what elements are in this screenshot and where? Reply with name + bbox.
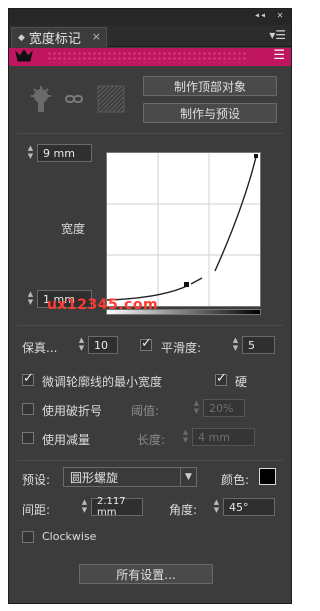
length-stepper[interactable]: ▲ ▼	[181, 428, 190, 446]
angle-label: 角度:	[169, 503, 198, 517]
panel-tab-row: ◆ 宽度标记 × ▾☰	[9, 25, 291, 47]
make-top-object-button[interactable]: 制作顶部对象	[143, 76, 277, 96]
panel-titlebar: ◂◂ ✕	[9, 9, 291, 25]
brush-tool-icon[interactable]	[29, 85, 53, 118]
brand-bar: ☰	[9, 48, 291, 66]
chevron-down-icon: ▼	[180, 468, 196, 486]
watermark-text: ux12345.com	[47, 297, 159, 313]
hatched-pattern-icon[interactable]	[97, 85, 125, 116]
fine-tune-label: 微调轮廓线的最小宽度	[42, 375, 163, 389]
spacing-stepper[interactable]: ▲ ▼	[80, 498, 89, 516]
brand-pattern	[47, 51, 247, 63]
smooth-field[interactable]: 5	[242, 336, 275, 354]
diamond-icon: ◆	[18, 32, 25, 43]
color-label: 颜色:	[221, 473, 250, 487]
close-panel-button[interactable]: ✕	[277, 10, 283, 21]
width-marker-panel: ◂◂ ✕ ◆ 宽度标记 × ▾☰ ☰ 制作顶部对象 制作与预设 ▲ ▼ 9 mm…	[8, 8, 292, 604]
threshold-field[interactable]: 20%	[203, 399, 245, 417]
max-width-field[interactable]: 9 mm	[37, 144, 92, 162]
max-width-stepper[interactable]: ▲ ▼	[26, 144, 35, 162]
preset-label: 预设:	[22, 473, 51, 487]
length-label: 长度:	[137, 433, 166, 447]
use-taper-label: 使用减量	[42, 433, 91, 447]
tab-width-marker[interactable]: ◆ 宽度标记 ×	[11, 27, 107, 47]
fidelity-field[interactable]: 10	[88, 336, 118, 354]
panel-menu-icon[interactable]: ▾☰	[269, 28, 286, 42]
fidelity-stepper[interactable]: ▲ ▼	[77, 336, 86, 354]
all-settings-button[interactable]: 所有设置...	[79, 564, 213, 584]
angle-field[interactable]: 45°	[223, 498, 275, 516]
use-break-checkbox[interactable]	[22, 403, 34, 415]
divider	[17, 325, 283, 326]
collapse-panel-button[interactable]: ◂◂	[254, 10, 266, 21]
smooth-label: 平滑度:	[161, 341, 202, 355]
length-field[interactable]: 4 mm	[192, 428, 255, 446]
curve-svg	[106, 153, 260, 306]
use-break-label: 使用破折号	[42, 404, 103, 418]
preset-value: 圆形螺旋	[70, 470, 119, 485]
divider	[17, 460, 283, 461]
hamburger-icon[interactable]: ☰	[273, 48, 285, 63]
divider	[17, 133, 283, 134]
clockwise-label: Clockwise	[42, 530, 97, 543]
width-curve-graph[interactable]	[106, 152, 261, 307]
hard-checkbox[interactable]	[215, 371, 227, 386]
make-and-preset-button[interactable]: 制作与预设	[143, 103, 277, 123]
smooth-checkbox[interactable]	[140, 336, 152, 351]
threshold-stepper[interactable]: ▲ ▼	[192, 399, 201, 417]
clockwise-checkbox[interactable]	[22, 531, 34, 543]
min-width-stepper[interactable]: ▲ ▼	[26, 290, 35, 308]
use-taper-checkbox[interactable]	[22, 432, 34, 444]
fidelity-label: 保真...	[22, 341, 58, 355]
hard-label: 硬	[235, 375, 248, 389]
spacing-field[interactable]: 2.117 mm	[91, 496, 143, 518]
threshold-label: 阈值:	[131, 404, 160, 418]
crown-icon	[15, 49, 33, 66]
link-icon[interactable]	[65, 92, 83, 109]
color-swatch[interactable]	[259, 468, 276, 485]
spacing-label: 间距:	[22, 503, 51, 517]
angle-stepper[interactable]: ▲ ▼	[212, 498, 221, 516]
width-label: 宽度	[61, 222, 86, 236]
preset-dropdown[interactable]: 圆形螺旋 ▼	[63, 467, 197, 487]
fine-tune-checkbox[interactable]	[22, 371, 34, 386]
smooth-stepper[interactable]: ▲ ▼	[231, 336, 240, 354]
tab-close-button[interactable]: ×	[92, 30, 101, 43]
tab-title: 宽度标记	[28, 32, 81, 47]
